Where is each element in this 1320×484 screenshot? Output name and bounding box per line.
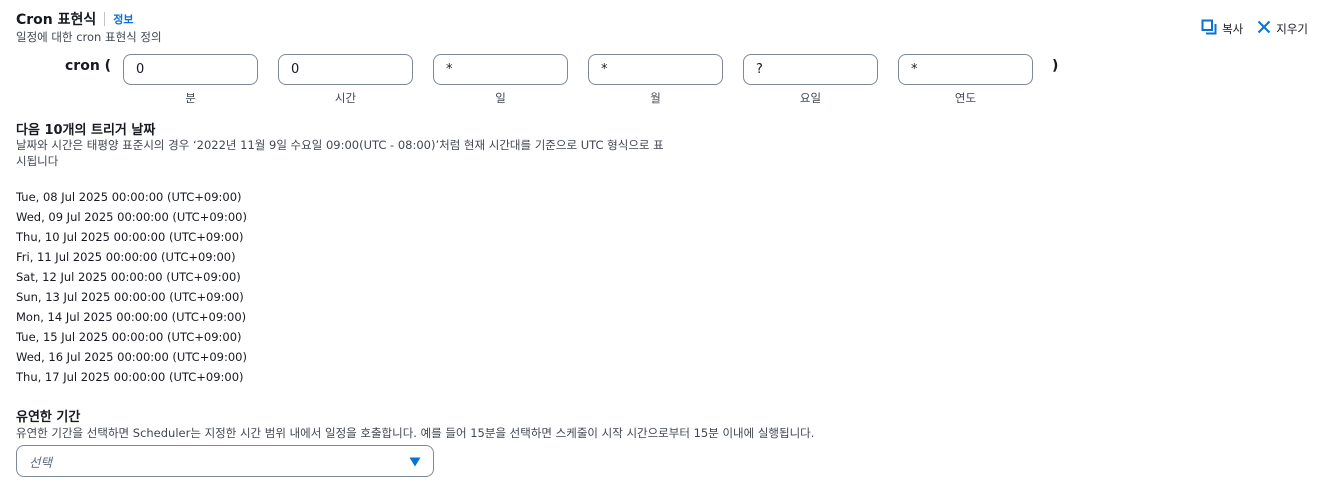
triggers-title: 다음 10개의 트리거 날짜 <box>16 123 156 138</box>
day-of-week-input[interactable] <box>743 54 878 85</box>
caret-down-icon <box>409 452 421 471</box>
header-actions: 복사 지우기 <box>1201 19 1308 38</box>
trigger-date-list: Tue, 08 Jul 2025 00:00:00 (UTC+09:00) We… <box>16 187 247 387</box>
day-of-week-label: 요일 <box>799 91 822 105</box>
clear-label: 지우기 <box>1276 21 1308 36</box>
triggers-description-line1: 날짜와 시간은 태평양 표준시의 경우 ‘2022년 11월 9일 수요일 09… <box>16 138 664 152</box>
triggers-description-line2: 시됩니다 <box>16 154 59 168</box>
triggers-description: 날짜와 시간은 태평양 표준시의 경우 ‘2022년 11월 9일 수요일 09… <box>16 137 676 169</box>
month-field: 월 <box>588 54 723 106</box>
year-label: 연도 <box>954 91 977 105</box>
year-input[interactable] <box>898 54 1033 85</box>
month-input[interactable] <box>588 54 723 85</box>
flex-window-title: 유연한 기간 <box>16 410 81 425</box>
page-title: Cron 표현식 <box>16 12 97 28</box>
hours-field: 시간 <box>278 54 413 106</box>
trigger-date: Mon, 14 Jul 2025 00:00:00 (UTC+09:00) <box>16 310 247 324</box>
day-of-month-field: 일 <box>433 54 568 106</box>
minutes-input[interactable] <box>123 54 258 85</box>
trigger-date: Sat, 12 Jul 2025 00:00:00 (UTC+09:00) <box>16 270 241 284</box>
year-field: 연도 <box>898 54 1033 106</box>
clear-button[interactable]: 지우기 <box>1257 19 1308 38</box>
day-of-month-input[interactable] <box>433 54 568 85</box>
minutes-label: 분 <box>185 91 196 105</box>
copy-button[interactable]: 복사 <box>1201 19 1243 38</box>
section-header: Cron 표현식 정보 <box>16 9 134 29</box>
trigger-date: Thu, 17 Jul 2025 00:00:00 (UTC+09:00) <box>16 370 244 384</box>
close-icon <box>1257 20 1271 37</box>
trigger-date: Sun, 13 Jul 2025 00:00:00 (UTC+09:00) <box>16 290 244 304</box>
copy-label: 복사 <box>1222 21 1244 36</box>
cron-prefix: cron ( <box>65 58 112 74</box>
flex-window-description: 유연한 기간을 선택하면 Scheduler는 지정한 시간 범위 내에서 일정… <box>16 426 815 440</box>
flex-window-select-placeholder: 선택 <box>29 454 53 470</box>
title-divider <box>104 12 106 26</box>
hours-input[interactable] <box>278 54 413 85</box>
trigger-date: Wed, 09 Jul 2025 00:00:00 (UTC+09:00) <box>16 210 247 224</box>
copy-icon <box>1201 19 1217 38</box>
hours-label: 시간 <box>334 91 357 105</box>
day-of-month-label: 일 <box>495 91 506 105</box>
page-subtitle: 일정에 대한 cron 표현식 정의 <box>16 30 162 44</box>
trigger-date: Tue, 15 Jul 2025 00:00:00 (UTC+09:00) <box>16 330 242 344</box>
info-link[interactable]: 정보 <box>113 11 133 27</box>
cron-suffix: ) <box>1052 58 1059 74</box>
day-of-week-field: 요일 <box>743 54 878 106</box>
trigger-date: Thu, 10 Jul 2025 00:00:00 (UTC+09:00) <box>16 230 244 244</box>
trigger-date: Tue, 08 Jul 2025 00:00:00 (UTC+09:00) <box>16 190 242 204</box>
trigger-date: Wed, 16 Jul 2025 00:00:00 (UTC+09:00) <box>16 350 247 364</box>
minutes-field: 분 <box>123 54 258 106</box>
trigger-date: Fri, 11 Jul 2025 00:00:00 (UTC+09:00) <box>16 250 236 264</box>
flex-window-select[interactable]: 선택 <box>16 445 434 477</box>
month-label: 월 <box>650 91 661 105</box>
